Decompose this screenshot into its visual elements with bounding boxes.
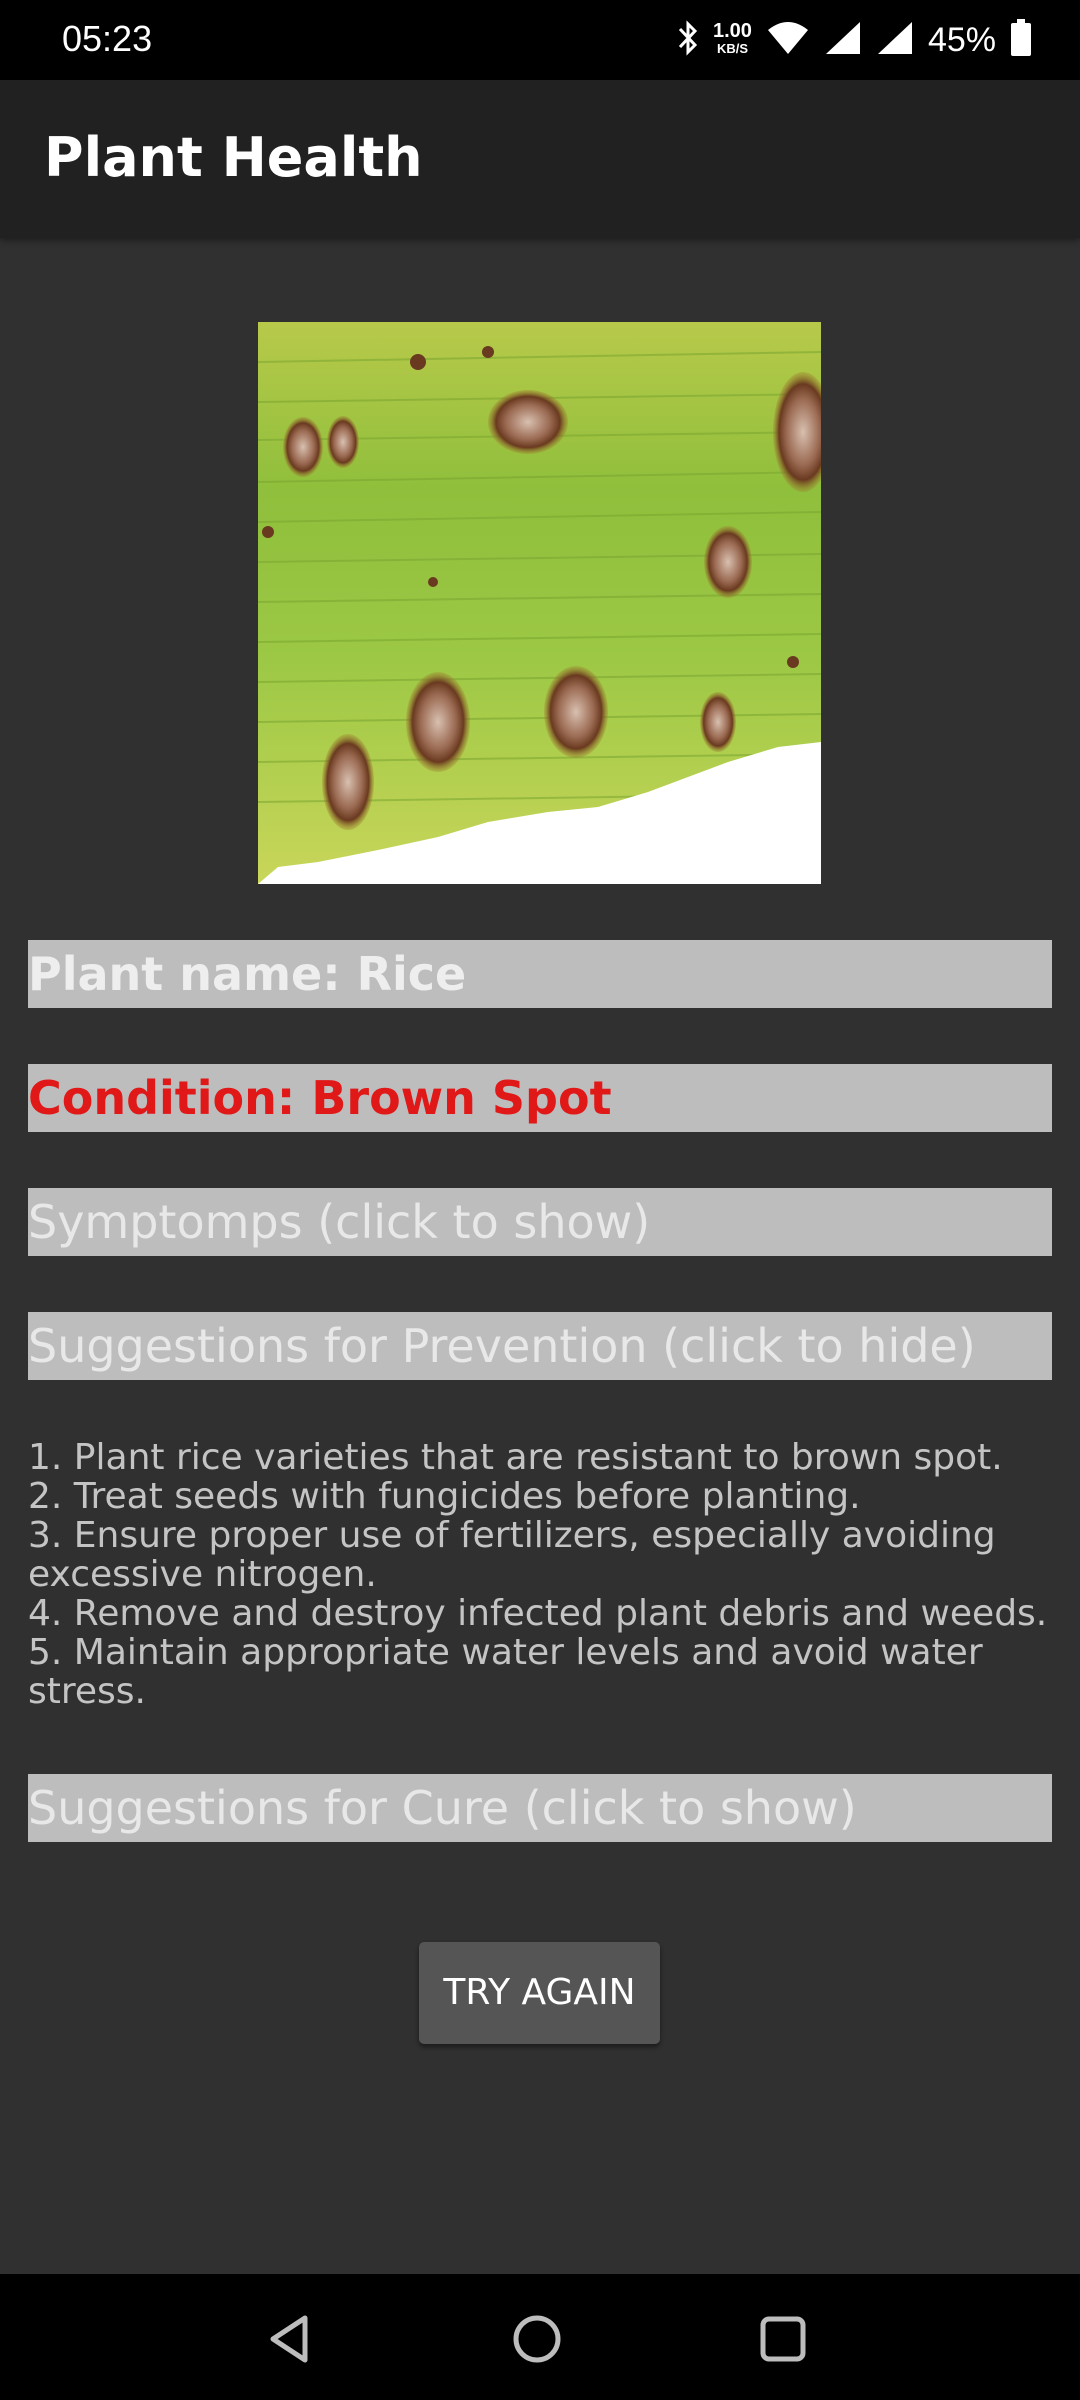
leaf-photo	[258, 322, 821, 884]
list-item: 1. Plant rice varieties that are resista…	[28, 1437, 1003, 1478]
recents-icon[interactable]	[756, 2312, 810, 2366]
condition-label: Condition: Brown Spot	[28, 1064, 1052, 1132]
status-icons: 1.00 KB/S 45%	[677, 14, 1032, 66]
signal-icon	[824, 20, 862, 61]
network-speed: 1.00 KB/S	[713, 20, 752, 56]
page-title: Plant Health	[44, 126, 423, 189]
app-bar: Plant Health	[0, 80, 1080, 238]
signal-icon	[876, 20, 914, 61]
plant-name-label: Plant name: Rice	[28, 940, 1052, 1008]
prevention-list: 1. Plant rice varieties that are resista…	[28, 1438, 1058, 1711]
status-bar: 05:23 1.00 KB/S 45%	[0, 0, 1080, 80]
status-time: 05:23	[62, 18, 153, 59]
list-item: 2. Treat seeds with fungicides before pl…	[28, 1476, 861, 1517]
battery-icon	[1010, 18, 1032, 62]
cure-toggle[interactable]: Suggestions for Cure (click to show)	[28, 1774, 1052, 1842]
back-icon[interactable]	[263, 2312, 317, 2366]
wifi-icon	[766, 20, 810, 61]
list-item: 3. Ensure proper use of fertilizers, esp…	[28, 1515, 996, 1595]
navigation-bar	[0, 2274, 1080, 2400]
list-item: 5. Maintain appropriate water levels and…	[28, 1632, 983, 1712]
bluetooth-icon	[677, 19, 699, 61]
battery-percent: 45%	[927, 20, 996, 59]
try-again-button[interactable]: TRY AGAIN	[419, 1942, 660, 2044]
list-item: 4. Remove and destroy infected plant deb…	[28, 1593, 1048, 1634]
symptoms-toggle[interactable]: Symptomps (click to show)	[28, 1188, 1052, 1256]
prevention-toggle[interactable]: Suggestions for Prevention (click to hid…	[28, 1312, 1052, 1380]
home-icon[interactable]	[510, 2312, 564, 2366]
